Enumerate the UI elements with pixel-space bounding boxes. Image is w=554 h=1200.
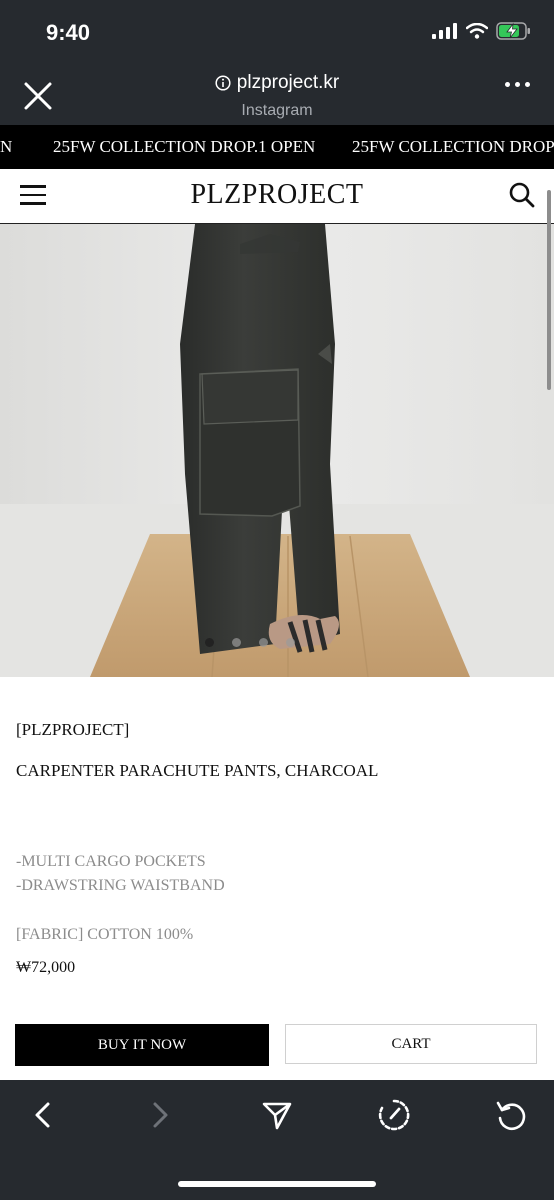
site-header: PLZPROJECT xyxy=(0,169,554,224)
product-feature: -DRAWSTRING WAISTBAND xyxy=(16,877,225,894)
product-price: ₩72,000 xyxy=(16,959,76,976)
status-time: 9:40 xyxy=(46,20,91,45)
source-app-label: Instagram xyxy=(241,102,313,119)
page-scrollbar[interactable] xyxy=(547,190,551,390)
compass-icon xyxy=(378,1099,410,1131)
more-icon-dot xyxy=(505,82,510,87)
product-brand: [PLZPROJECT] xyxy=(16,720,130,739)
info-icon xyxy=(215,75,231,91)
marquee-item: 25FW COLLECTION DROP xyxy=(352,137,554,156)
product-photo xyxy=(0,224,554,677)
product-name: CARPENTER PARACHUTE PANTS, CHARCOAL xyxy=(16,761,379,780)
wifi-icon xyxy=(466,23,488,39)
site-logo[interactable]: PLZPROJECT xyxy=(0,179,554,211)
add-to-cart-button[interactable]: CART xyxy=(285,1024,537,1064)
status-icons xyxy=(432,22,532,40)
home-indicator[interactable] xyxy=(178,1181,376,1187)
pagination-dot[interactable] xyxy=(286,638,295,647)
product-fabric: [FABRIC] COTTON 100% xyxy=(16,926,194,943)
product-feature: -MULTI CARGO POCKETS xyxy=(16,853,206,870)
forward-button[interactable] xyxy=(143,1098,177,1132)
chevron-right-icon xyxy=(153,1102,168,1128)
reload-icon xyxy=(496,1101,526,1131)
search-icon xyxy=(509,182,535,208)
marquee-item: N xyxy=(0,137,13,156)
announcement-marquee[interactable]: N 25FW COLLECTION DROP.1 OPEN 25FW COLLE… xyxy=(0,125,554,169)
search-button[interactable] xyxy=(508,181,536,209)
more-options-button[interactable] xyxy=(505,82,530,87)
share-button[interactable] xyxy=(260,1098,294,1132)
url-text: plzproject.kr xyxy=(236,72,340,93)
send-icon xyxy=(262,1102,292,1130)
pagination-dot[interactable] xyxy=(232,638,241,647)
chevron-left-icon xyxy=(35,1102,50,1128)
reload-button[interactable] xyxy=(494,1098,528,1132)
open-in-browser-button[interactable] xyxy=(377,1098,411,1132)
buy-it-now-button[interactable]: BUY IT NOW xyxy=(15,1024,269,1066)
marquee-item: 25FW COLLECTION DROP.1 OPEN xyxy=(53,137,316,156)
pagination-dot[interactable] xyxy=(205,638,214,647)
more-icon-dot xyxy=(515,82,520,87)
browser-chrome-top: 9:40 plzproject.kr Instagram xyxy=(0,0,554,125)
battery-charging-icon xyxy=(496,22,530,40)
gallery-pagination[interactable] xyxy=(205,638,295,647)
more-icon-dot xyxy=(525,82,530,87)
pagination-dot[interactable] xyxy=(259,638,268,647)
address-area[interactable]: plzproject.kr Instagram xyxy=(0,72,554,120)
cellular-signal-icon xyxy=(432,23,457,39)
product-image[interactable] xyxy=(0,224,554,677)
back-button[interactable] xyxy=(26,1098,60,1132)
